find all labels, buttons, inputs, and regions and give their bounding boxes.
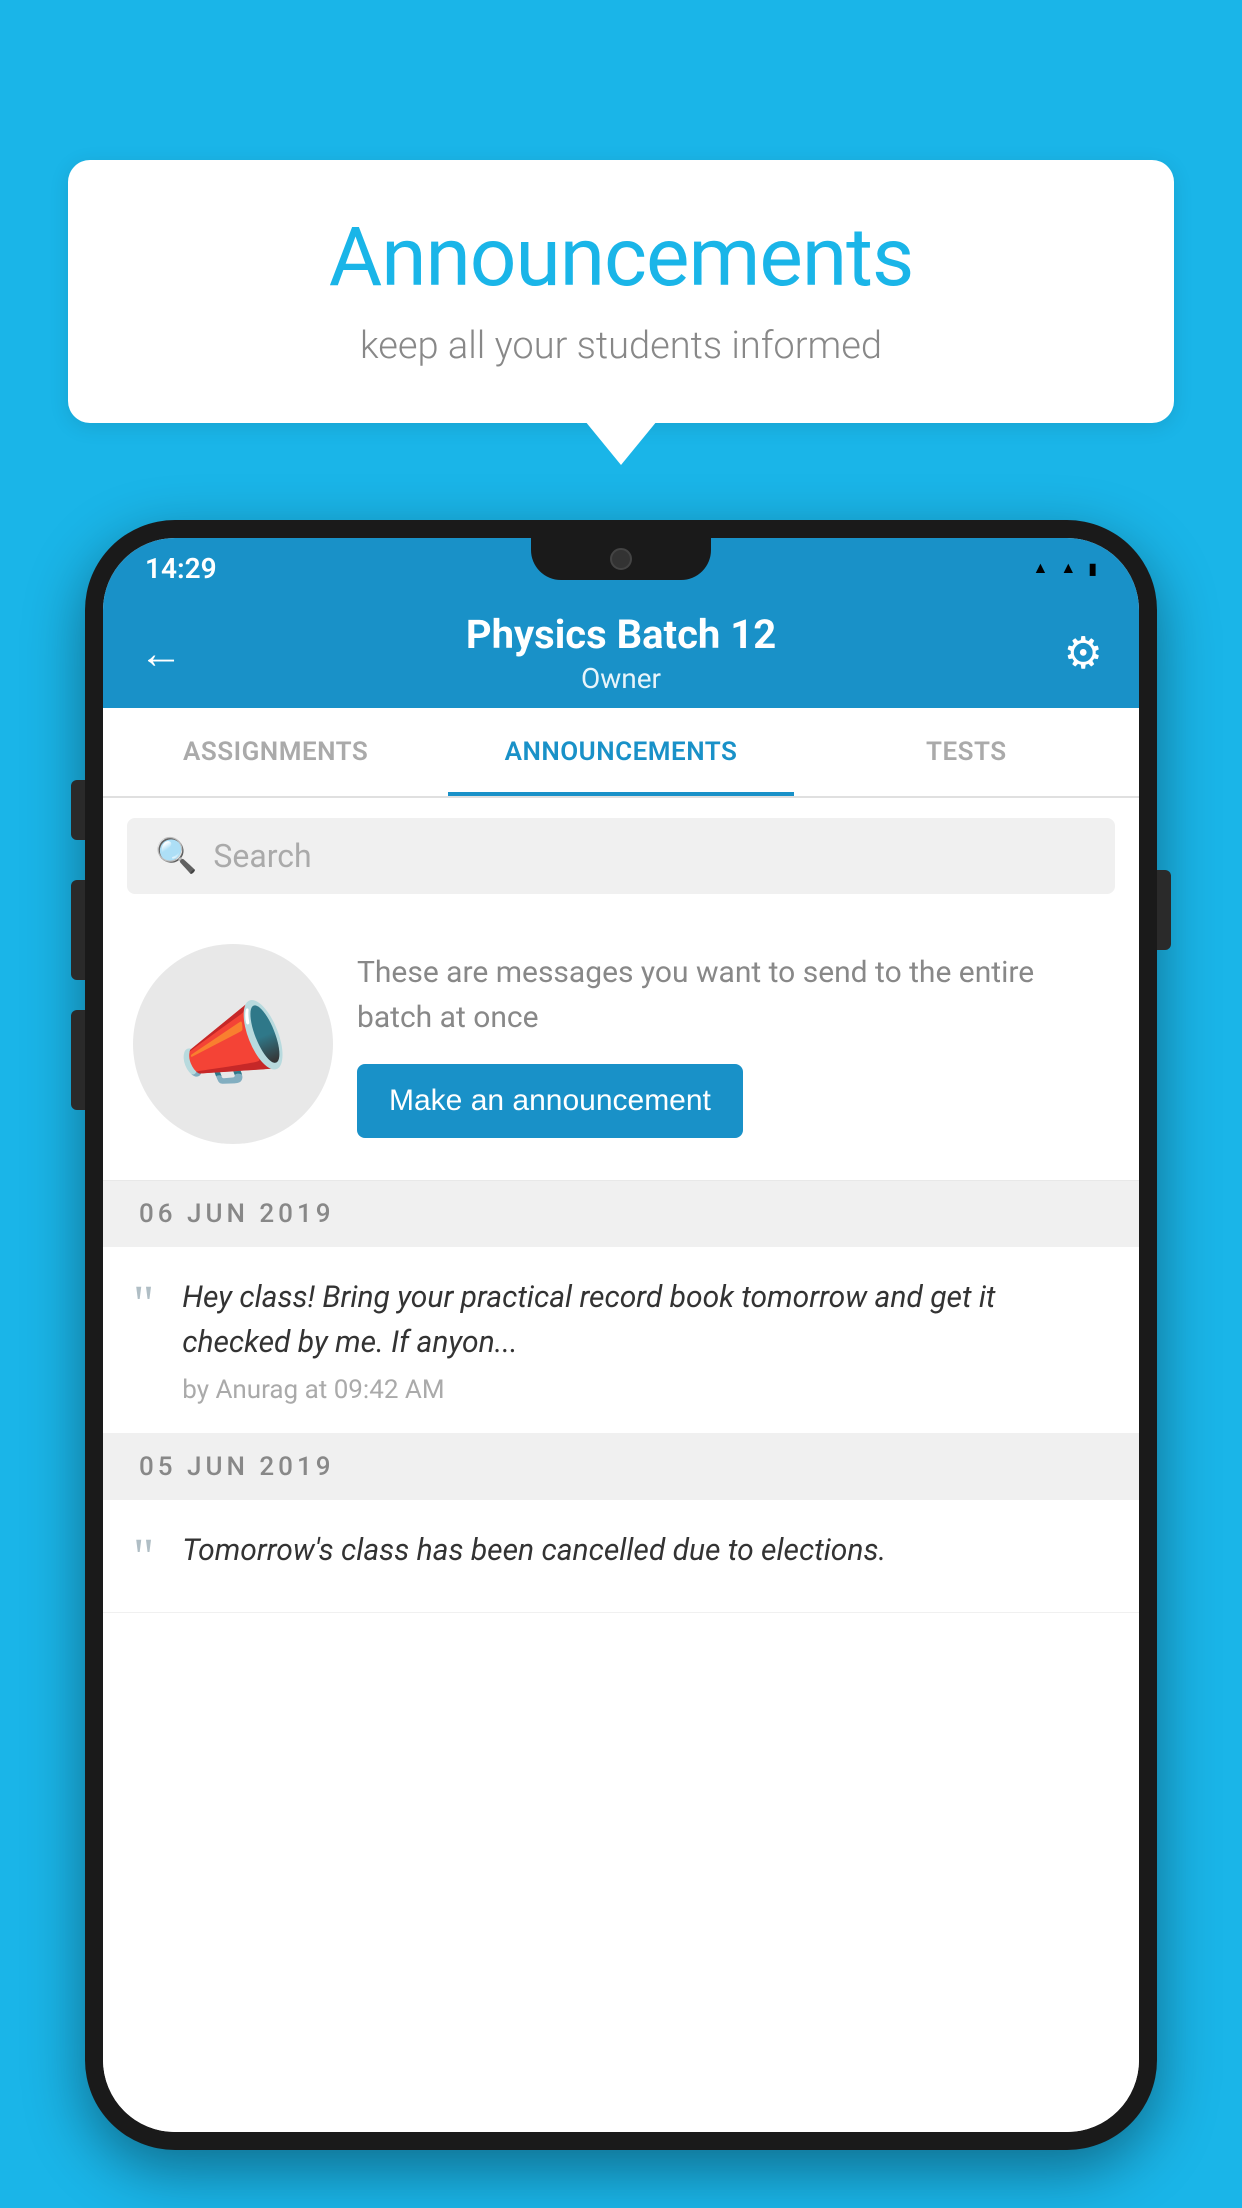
phone-frame: 14:29 ▲ ▲ ▮ ← Physics Batch 12 Owner ⚙ [85, 520, 1157, 2150]
promo-section: 📣 These are messages you want to send to… [103, 914, 1139, 1181]
tab-tests[interactable]: TESTS [794, 708, 1139, 796]
battery-icon: ▮ [1088, 559, 1097, 578]
search-wrapper: 🔍 Search [103, 798, 1139, 914]
search-bar[interactable]: 🔍 Search [127, 818, 1115, 894]
volume-down-button [71, 1010, 85, 1110]
status-time: 14:29 [145, 552, 217, 585]
tabs-bar: ASSIGNMENTS ANNOUNCEMENTS TESTS [103, 708, 1139, 798]
announcement-text-area-1: Hey class! Bring your practical record b… [182, 1275, 1109, 1405]
mute-button [71, 780, 85, 840]
tab-assignments[interactable]: ASSIGNMENTS [103, 708, 448, 796]
date-label-1: 06 JUN 2019 [139, 1199, 335, 1229]
app-bar: ← Physics Batch 12 Owner ⚙ [103, 598, 1139, 708]
quote-icon-2: " [133, 1532, 154, 1584]
megaphone-icon: 📣 [177, 992, 289, 1097]
make-announcement-button[interactable]: Make an announcement [357, 1064, 743, 1138]
bubble-subtitle: keep all your students informed [128, 324, 1114, 368]
wifi-icon: ▲ [1033, 558, 1049, 578]
app-bar-title-area: Physics Batch 12 Owner [219, 611, 1023, 695]
speech-bubble: Announcements keep all your students inf… [68, 160, 1174, 423]
promo-text-area: These are messages you want to send to t… [357, 950, 1109, 1138]
screen-content: 🔍 Search 📣 These are messages you want t… [103, 798, 1139, 2132]
phone-notch [531, 538, 711, 580]
phone-wrapper: 14:29 ▲ ▲ ▮ ← Physics Batch 12 Owner ⚙ [85, 520, 1157, 2208]
announcement-message-1: Hey class! Bring your practical record b… [182, 1275, 1109, 1365]
signal-icon: ▲ [1060, 558, 1076, 578]
search-placeholder: Search [213, 837, 311, 875]
date-section-2: 05 JUN 2019 [103, 1434, 1139, 1500]
power-button [1157, 870, 1171, 950]
volume-up-button [71, 880, 85, 980]
app-bar-title: Physics Batch 12 [219, 611, 1023, 658]
announcement-meta-1: by Anurag at 09:42 AM [182, 1375, 1109, 1405]
quote-icon-1: " [133, 1279, 154, 1331]
promo-description: These are messages you want to send to t… [357, 950, 1109, 1040]
phone-screen: 14:29 ▲ ▲ ▮ ← Physics Batch 12 Owner ⚙ [103, 538, 1139, 2132]
search-icon: 🔍 [155, 836, 197, 876]
status-icons: ▲ ▲ ▮ [1033, 558, 1098, 578]
speech-bubble-section: Announcements keep all your students inf… [68, 160, 1174, 423]
front-camera [610, 548, 632, 570]
promo-icon-circle: 📣 [133, 944, 333, 1144]
settings-icon[interactable]: ⚙ [1043, 627, 1103, 679]
back-button[interactable]: ← [139, 627, 199, 679]
bubble-title: Announcements [128, 210, 1114, 306]
announcement-item-1[interactable]: " Hey class! Bring your practical record… [103, 1247, 1139, 1434]
tab-announcements[interactable]: ANNOUNCEMENTS [448, 708, 793, 796]
date-label-2: 05 JUN 2019 [139, 1452, 335, 1482]
announcement-message-2: Tomorrow's class has been cancelled due … [182, 1528, 1109, 1573]
app-bar-subtitle: Owner [219, 662, 1023, 695]
announcement-text-area-2: Tomorrow's class has been cancelled due … [182, 1528, 1109, 1583]
date-section-1: 06 JUN 2019 [103, 1181, 1139, 1247]
announcement-item-2[interactable]: " Tomorrow's class has been cancelled du… [103, 1500, 1139, 1613]
